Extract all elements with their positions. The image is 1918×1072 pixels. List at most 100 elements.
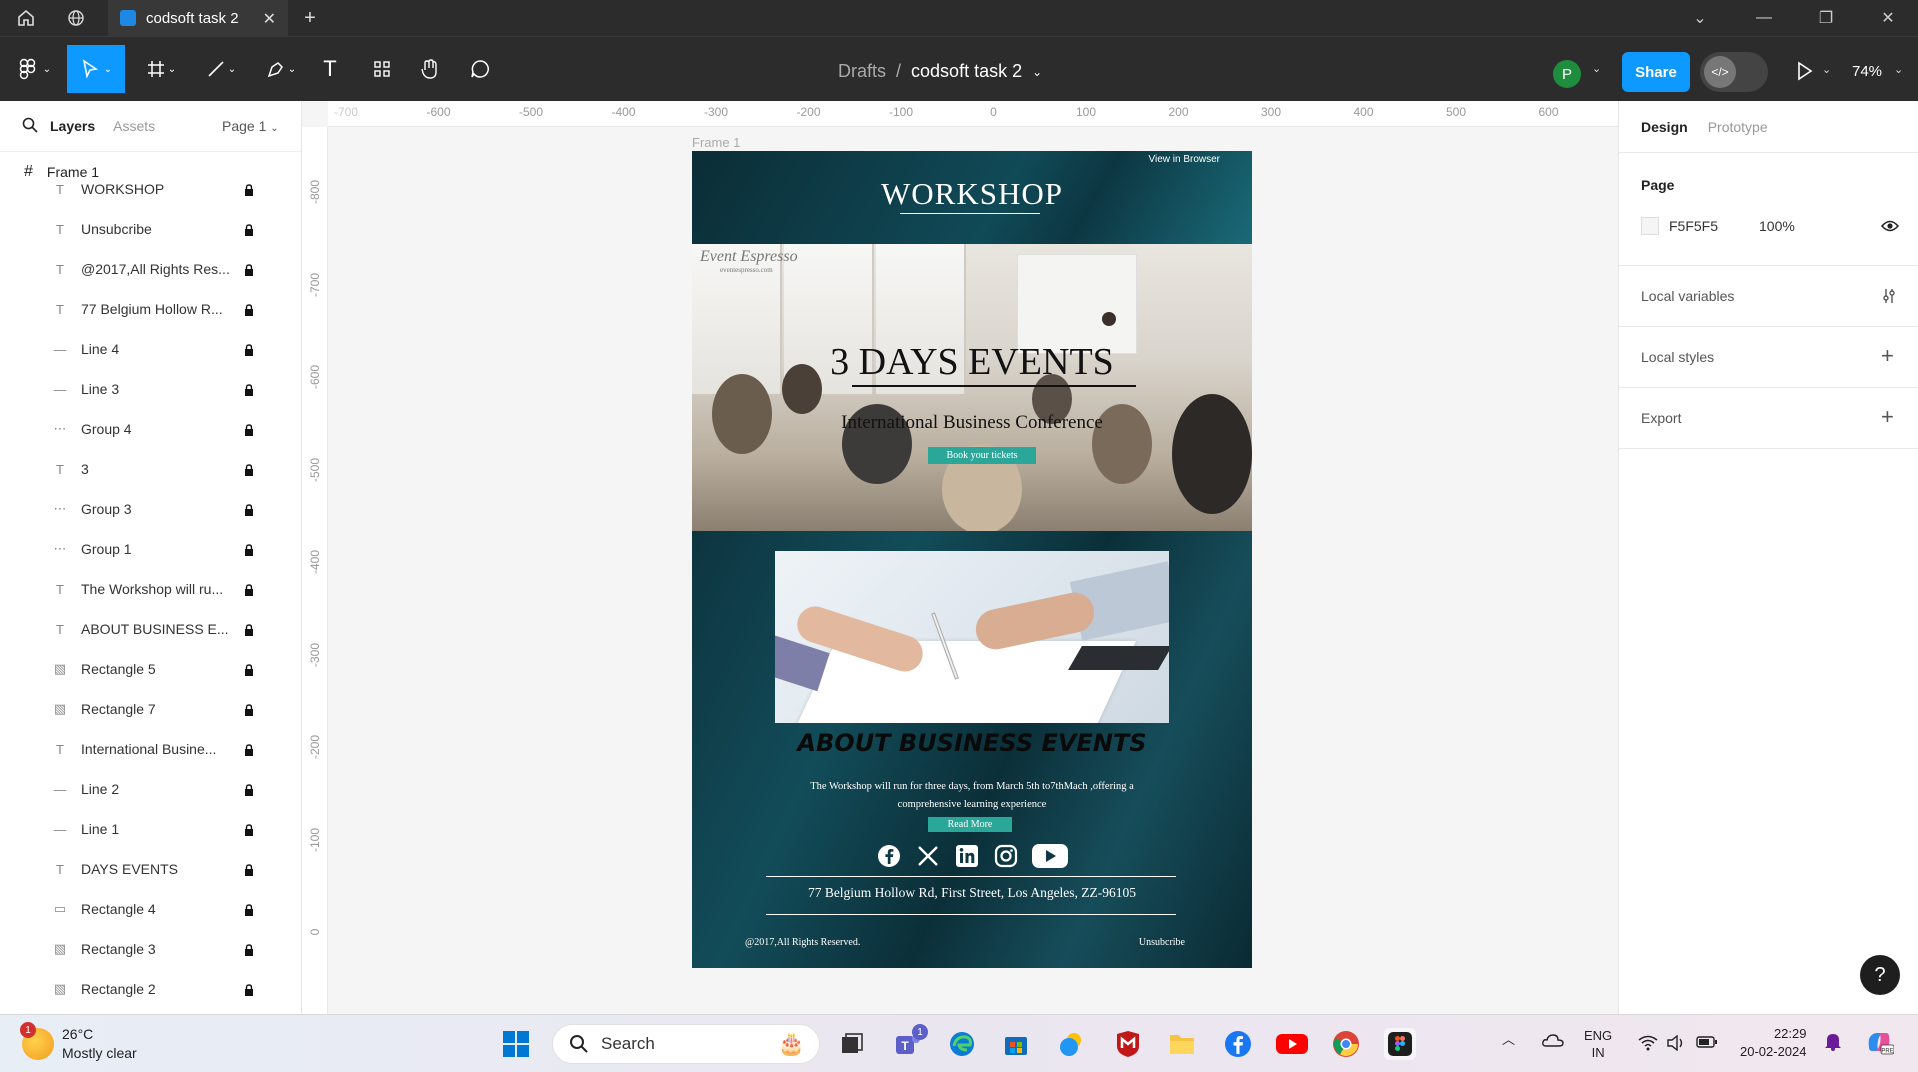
copilot-icon[interactable]: PRE — [1864, 1027, 1895, 1061]
plus-icon[interactable]: + — [1881, 343, 1894, 369]
pen-tool-icon[interactable]: ⌄ — [258, 45, 304, 93]
local-styles-section[interactable]: Local styles + — [1619, 327, 1918, 388]
lock-icon[interactable] — [243, 663, 255, 676]
volume-icon[interactable] — [1666, 1034, 1686, 1055]
layer-row[interactable]: T 77 Belgium Hollow R... — [0, 289, 301, 329]
lock-icon[interactable] — [243, 783, 255, 796]
read-more-button[interactable]: Read More — [928, 817, 1012, 832]
instagram-icon[interactable] — [993, 843, 1018, 868]
lock-icon[interactable] — [243, 183, 255, 196]
move-tool[interactable]: ⌄ — [67, 45, 125, 93]
help-button[interactable]: ? — [1860, 955, 1900, 995]
present-icon[interactable] — [1796, 60, 1814, 87]
lock-icon[interactable] — [243, 263, 255, 276]
store-icon[interactable] — [1000, 1028, 1032, 1060]
file-explorer-icon[interactable] — [1166, 1028, 1198, 1060]
export-section[interactable]: Export + — [1619, 388, 1918, 449]
mcafee-icon[interactable] — [1112, 1028, 1144, 1060]
plus-icon[interactable]: + — [1881, 404, 1894, 430]
layer-row[interactable]: ▭ Rectangle 4 — [0, 889, 301, 929]
lock-icon[interactable] — [243, 543, 255, 556]
page-color-swatch[interactable] — [1641, 217, 1659, 235]
lock-icon[interactable] — [243, 623, 255, 636]
main-menu-icon[interactable]: ⌄ — [10, 45, 58, 93]
layer-row[interactable]: ⋯ Group 3 — [0, 489, 301, 529]
lock-icon[interactable] — [243, 343, 255, 356]
lock-icon[interactable] — [243, 743, 255, 756]
lock-icon[interactable] — [243, 303, 255, 316]
dev-mode-toggle[interactable]: </> — [1700, 52, 1768, 92]
layer-row[interactable]: ⋯ Group 1 — [0, 529, 301, 569]
wifi-icon[interactable] — [1638, 1035, 1658, 1055]
components-icon[interactable] — [366, 45, 398, 93]
sliders-icon[interactable] — [1881, 288, 1897, 309]
lock-icon[interactable] — [243, 383, 255, 396]
tab-design[interactable]: Design — [1641, 119, 1688, 135]
lock-icon[interactable] — [243, 983, 255, 996]
lock-icon[interactable] — [243, 223, 255, 236]
hand-tool-icon[interactable] — [414, 45, 446, 93]
system-clock[interactable]: 22:29 20-02-2024 — [1740, 1025, 1807, 1061]
layer-row[interactable]: ▧ Rectangle 7 — [0, 689, 301, 729]
layer-row[interactable]: T The Workshop will ru... — [0, 569, 301, 609]
globe-icon[interactable] — [56, 0, 96, 36]
layer-row[interactable]: — Line 1 — [0, 809, 301, 849]
unsubscribe-link[interactable]: Unsubcribe — [1139, 937, 1185, 948]
chevron-down-icon[interactable]: ⌄ — [1894, 63, 1903, 76]
zoom-level[interactable]: 74% — [1852, 63, 1882, 80]
tab-layers[interactable]: Layers — [50, 118, 95, 134]
lock-icon[interactable] — [243, 463, 255, 476]
layer-row[interactable]: T3 — [0, 449, 301, 489]
close-window-icon[interactable]: ✕ — [1858, 0, 1918, 36]
chrome-icon[interactable] — [1330, 1028, 1362, 1060]
tab-prototype[interactable]: Prototype — [1708, 119, 1768, 135]
lock-icon[interactable] — [243, 863, 255, 876]
language-indicator[interactable]: ENG IN — [1584, 1027, 1612, 1061]
comment-tool-icon[interactable] — [464, 45, 496, 93]
notification-bell-icon[interactable] — [1824, 1031, 1842, 1055]
figma-app-icon[interactable] — [1384, 1028, 1416, 1060]
frame-tool-icon[interactable]: ⌄ — [138, 45, 184, 93]
line-tool-icon[interactable]: ⌄ — [198, 45, 244, 93]
lock-icon[interactable] — [243, 903, 255, 916]
file-name[interactable]: codsoft task 2 — [911, 61, 1022, 82]
canvas[interactable]: -700 -600 -500 -400 -300 -200 -100 0 100 200 300 40… — [302, 101, 1618, 1014]
teams-icon[interactable]: T 1 — [892, 1024, 928, 1060]
text-tool-icon[interactable]: T — [314, 45, 346, 93]
lock-icon[interactable] — [243, 943, 255, 956]
layer-row[interactable]: — Line 2 — [0, 769, 301, 809]
email-frame[interactable]: View in Browser WORKSHOP Event Espresso e… — [692, 151, 1252, 968]
chevron-down-icon[interactable]: ⌄ — [1592, 62, 1601, 75]
lock-icon[interactable] — [243, 503, 255, 516]
lock-icon[interactable] — [243, 423, 255, 436]
layer-row[interactable]: T International Busine... — [0, 729, 301, 769]
chevron-down-icon[interactable]: ⌄ — [1822, 63, 1831, 76]
taskbar-search[interactable]: Search 🎂 — [552, 1024, 820, 1064]
layer-row[interactable]: T DAYS EVENTS — [0, 849, 301, 889]
home-icon[interactable] — [6, 0, 46, 36]
layer-row[interactable]: ⋯ Group 4 — [0, 409, 301, 449]
battery-icon[interactable] — [1696, 1035, 1718, 1053]
avatar[interactable]: P — [1553, 60, 1581, 88]
breadcrumb-drafts[interactable]: Drafts — [838, 61, 886, 82]
lock-icon[interactable] — [243, 703, 255, 716]
book-tickets-button[interactable]: Book your tickets — [928, 447, 1036, 464]
layer-row[interactable]: ▧ Rectangle 3 — [0, 929, 301, 969]
lock-icon[interactable] — [243, 823, 255, 836]
restore-icon[interactable]: ❐ — [1796, 0, 1856, 36]
lock-icon[interactable] — [243, 583, 255, 596]
new-tab-icon[interactable]: + — [290, 0, 330, 36]
layer-row[interactable]: T ABOUT BUSINESS E... — [0, 609, 301, 649]
facebook-app-icon[interactable] — [1222, 1028, 1254, 1060]
weather-widget[interactable]: 1 26°C Mostly clear — [20, 1022, 137, 1063]
youtube-icon[interactable] — [1032, 843, 1068, 868]
linkedin-icon[interactable] — [954, 843, 979, 868]
page-color-input[interactable]: F5F5F5 — [1669, 218, 1718, 234]
x-icon[interactable] — [915, 843, 940, 868]
share-button[interactable]: Share — [1622, 52, 1690, 92]
local-variables-section[interactable]: Local variables — [1619, 266, 1918, 327]
search-icon[interactable] — [22, 117, 40, 136]
layer-row[interactable]: ▧ Rectangle 2 — [0, 969, 301, 1009]
youtube-app-icon[interactable] — [1276, 1028, 1308, 1060]
file-tab[interactable]: codsoft task 2 ✕ — [108, 0, 288, 36]
